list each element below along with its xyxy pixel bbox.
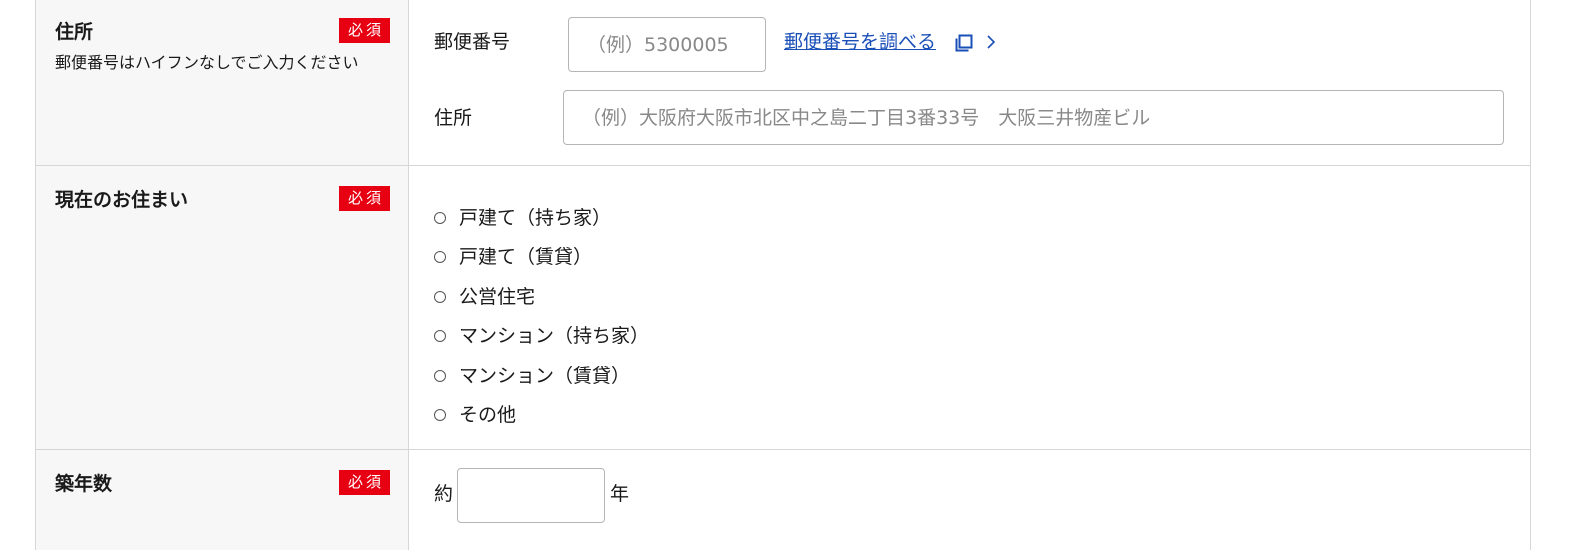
residence-header: 現在のお住まい 必須 (36, 166, 409, 449)
radio-button[interactable] (434, 211, 446, 224)
radio-label: マンション（賃貸） (459, 364, 631, 387)
building-age-input[interactable] (457, 468, 605, 523)
radio-label: その他 (459, 404, 517, 427)
required-badge: 必須 (339, 186, 390, 211)
radio-option-condo-owned[interactable]: マンション（持ち家） (434, 317, 649, 357)
building-age-prefix: 約 (434, 483, 454, 505)
residence-radio-group: 戸建て（持ち家） 戸建て（賃貸） 公営住宅 マンション（持ち家） マンション（賃… (434, 198, 649, 435)
building-age-suffix: 年 (610, 483, 630, 505)
radio-label: 戸建て（持ち家） (459, 206, 612, 229)
residence-row: 現在のお住まい 必須 戸建て（持ち家） 戸建て（賃貸） 公営住宅 マンション（持… (36, 166, 1530, 450)
radio-button[interactable] (434, 369, 446, 382)
address-header: 住所 郵便番号はハイフンなしでご入力ください 必須 (36, 0, 409, 165)
building-age-header: 築年数 必須 (36, 450, 409, 550)
address-field-label: 住所 (434, 107, 473, 129)
radio-button[interactable] (434, 290, 446, 303)
radio-button[interactable] (434, 409, 446, 422)
zip-input[interactable] (568, 17, 766, 72)
radio-label: マンション（持ち家） (459, 325, 650, 348)
new-window-icon[interactable] (955, 34, 973, 52)
radio-option-detached-rented[interactable]: 戸建て（賃貸） (434, 238, 649, 278)
radio-option-public-housing[interactable]: 公営住宅 (434, 277, 649, 317)
address-note: 郵便番号はハイフンなしでご入力ください (55, 53, 359, 72)
building-age-cell: 約 年 (409, 450, 1530, 550)
zip-label: 郵便番号 (434, 31, 511, 53)
radio-button[interactable] (434, 330, 446, 343)
form-table: 住所 郵便番号はハイフンなしでご入力ください 必須 郵便番号 郵便番号を調べる … (35, 0, 1531, 550)
address-row: 住所 郵便番号はハイフンなしでご入力ください 必須 郵便番号 郵便番号を調べる … (36, 0, 1530, 166)
radio-option-detached-owned[interactable]: 戸建て（持ち家） (434, 198, 649, 238)
required-badge: 必須 (339, 18, 390, 43)
radio-option-condo-rented[interactable]: マンション（賃貸） (434, 356, 649, 396)
address-input[interactable] (563, 90, 1504, 145)
chevron-right-icon[interactable] (985, 33, 997, 51)
residence-cell: 戸建て（持ち家） 戸建て（賃貸） 公営住宅 マンション（持ち家） マンション（賃… (409, 166, 1530, 449)
building-age-row: 築年数 必須 約 年 (36, 450, 1530, 550)
radio-option-other[interactable]: その他 (434, 396, 649, 436)
required-badge: 必須 (339, 470, 390, 495)
zip-lookup-link[interactable]: 郵便番号を調べる (784, 28, 936, 56)
radio-label: 公営住宅 (459, 285, 536, 308)
radio-button[interactable] (434, 251, 446, 264)
radio-label: 戸建て（賃貸） (459, 246, 593, 269)
address-cell: 郵便番号 郵便番号を調べる 住所 (409, 0, 1530, 165)
